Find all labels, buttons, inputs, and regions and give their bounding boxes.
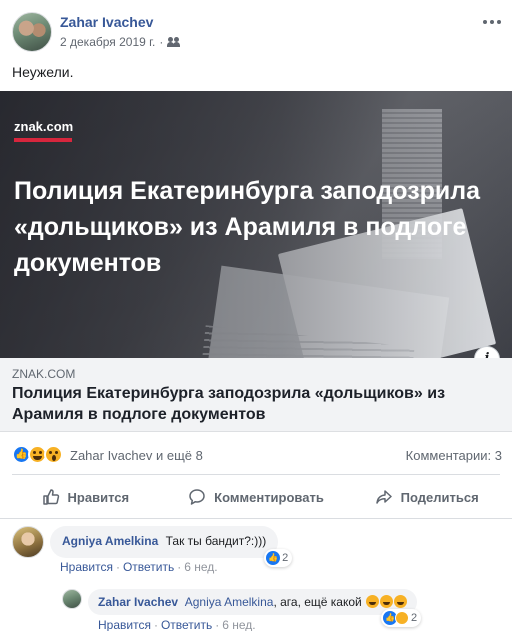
post-date[interactable]: 2 декабря 2019 г. [60, 35, 155, 49]
reaction-icons[interactable]: 👍 [12, 445, 63, 465]
divider [12, 474, 500, 475]
comment-reply-link[interactable]: Ответить [123, 560, 174, 574]
link-preview-image[interactable]: znak.com Полиция Екатеринбурга заподозри… [0, 91, 512, 358]
separator: · [115, 560, 120, 574]
comment-bubble: Agniya Amelkina Так ты бандит?:))) 👍 2 [50, 526, 293, 567]
divider [0, 518, 512, 519]
comment-like-link[interactable]: Нравится [60, 560, 113, 574]
comment-actions: Нравится · Ответить · 6 нед. [98, 618, 256, 631]
comment-text: Так ты бандит?:))) [165, 534, 267, 548]
znak-logo: znak.com [14, 119, 74, 134]
wow-icon [44, 445, 63, 464]
comment-reply-link[interactable]: Ответить [161, 618, 212, 631]
post-card: Zahar Ivachev 2 декабря 2019 г. · Неужел… [0, 0, 512, 631]
comment-reaction-count: 2 [282, 552, 289, 564]
comment-text: , ага, ещё какой [273, 595, 362, 609]
comment-icon [189, 489, 205, 505]
commenter-avatar[interactable] [12, 526, 44, 558]
reactions-summary: 👍 Zahar Ivachev и ещё 8 Комментарии: 3 [0, 443, 512, 469]
comment: Agniya Amelkina Так ты бандит?:))) 👍 2 [12, 526, 293, 567]
post-header: Zahar Ivachev 2 декабря 2019 г. · [0, 0, 512, 62]
comment-time[interactable]: 6 нед. [222, 618, 255, 631]
share-button[interactable]: Поделиться [341, 478, 512, 516]
comment-time[interactable]: 6 нед. [184, 560, 217, 574]
separator: · [153, 618, 158, 631]
znak-logo-bar [14, 138, 72, 142]
comment-reactions[interactable]: 👍 2 [264, 549, 293, 567]
post-text: Неужели. [12, 64, 74, 80]
comment-actions: Нравится · Ответить · 6 нед. [60, 560, 218, 574]
separator: · [177, 560, 182, 574]
link-domain: ZNAK.COM [12, 367, 76, 381]
share-button-label: Поделиться [400, 489, 479, 505]
laughing-emoji-icon [366, 595, 380, 608]
image-headline: Полиция Екатеринбурга заподозрила «дольщ… [14, 177, 481, 277]
comments-count[interactable]: Комментарии: 3 [406, 448, 502, 463]
separator: · [215, 618, 220, 631]
link-title[interactable]: Полиция Екатеринбурга заподозрила «дольщ… [12, 383, 502, 425]
meta-separator: · [159, 35, 164, 49]
author-name[interactable]: Zahar Ivachev [60, 14, 153, 30]
like-button[interactable]: Нравится [0, 478, 171, 516]
comment-bubble: Zahar Ivachev Agniya Amelkina, ага, ещё … [88, 589, 422, 627]
comment-button[interactable]: Комментировать [171, 478, 342, 516]
reply-comment: Zahar Ivachev Agniya Amelkina, ага, ещё … [62, 589, 422, 627]
commenter-avatar[interactable] [62, 589, 82, 609]
like-icon: 👍 [266, 551, 281, 565]
link-preview-meta[interactable]: ZNAK.COM Полиция Екатеринбурга заподозри… [0, 358, 512, 432]
friends-icon[interactable] [167, 37, 181, 47]
comment-button-label: Комментировать [214, 489, 324, 505]
like-button-label: Нравится [67, 489, 130, 505]
comment-author[interactable]: Zahar Ivachev [98, 595, 178, 609]
more-options-icon[interactable] [480, 12, 504, 32]
comment-reactions[interactable]: 👍 2 [380, 609, 422, 627]
laughing-emoji-icon [380, 595, 394, 608]
post-meta: 2 декабря 2019 г. · [60, 35, 181, 49]
comment-like-link[interactable]: Нравится [98, 618, 151, 631]
laughing-emoji-icon [394, 595, 408, 608]
comment-reaction-count: 2 [410, 612, 418, 624]
reaction-names[interactable]: Zahar Ivachev и ещё 8 [70, 448, 203, 463]
comment-mention[interactable]: Agniya Amelkina [185, 595, 274, 609]
comment-author[interactable]: Agniya Amelkina [62, 534, 158, 548]
share-icon [375, 490, 392, 504]
post-actions: Нравится Комментировать Поделиться [0, 478, 512, 516]
haha-icon [394, 611, 409, 625]
author-avatar[interactable] [12, 12, 52, 52]
thumbs-up-icon [42, 489, 59, 505]
